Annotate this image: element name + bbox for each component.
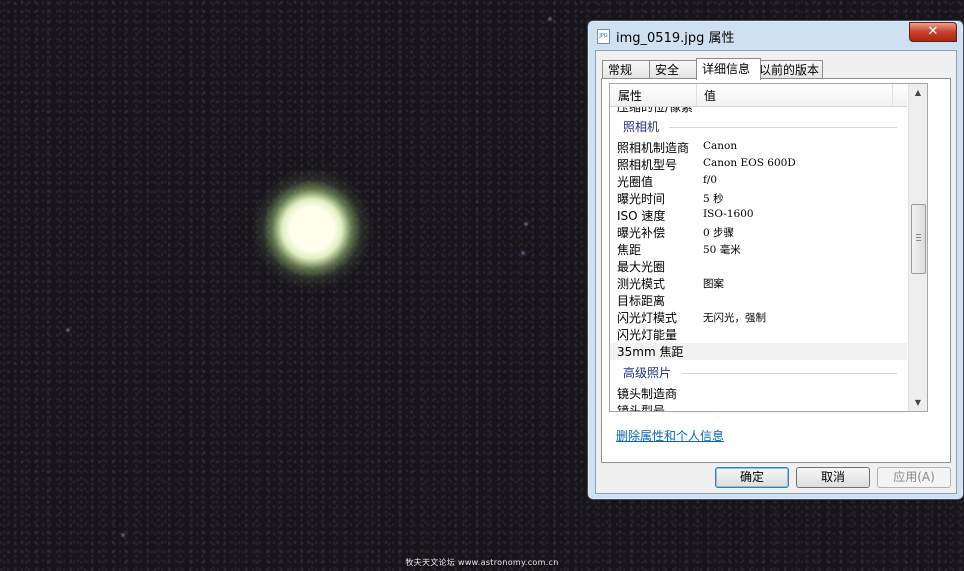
property-name: 光圈值: [617, 175, 654, 189]
property-value: 无闪光，强制: [703, 312, 766, 324]
property-list[interactable]: 属性 值 压缩的位/像素 照相机 照相机制造商 Canon 照相机型号 Canon …: [609, 83, 928, 412]
property-name: 测光模式: [617, 277, 666, 291]
table-row[interactable]: 照相机制造商 Canon: [610, 139, 907, 156]
table-row[interactable]: ISO 速度 ISO-1600: [610, 207, 907, 224]
tab-details[interactable]: 详细信息: [696, 58, 761, 80]
group-header-camera[interactable]: 照相机: [610, 118, 907, 135]
apply-button[interactable]: 应用(A): [877, 467, 951, 488]
table-row[interactable]: 曝光补偿 0 步骤: [610, 224, 907, 241]
property-name: 曝光补偿: [617, 226, 666, 240]
close-button[interactable]: ✕: [909, 22, 957, 42]
table-row[interactable]: 光圈值 f/0: [610, 173, 907, 190]
property-name: 最大光圈: [617, 260, 666, 274]
dialog-client: 常规 安全 详细信息 以前的版本 属性 值 压缩的位/像素 照相机 照相机制造商…: [595, 50, 957, 494]
faint-star: [65, 327, 71, 333]
list-item-partial: 压缩的位/像素: [617, 107, 694, 114]
remove-properties-link[interactable]: 删除属性和个人信息: [616, 427, 724, 444]
property-value: Canon: [703, 140, 738, 152]
properties-dialog: JPG img_0519.jpg 属性 ✕ 常规 安全 详细信息 以前的版本 属…: [587, 20, 964, 500]
column-separator[interactable]: [696, 84, 697, 106]
scroll-down-icon[interactable]: ▼: [909, 394, 927, 411]
faint-star: [120, 532, 126, 538]
property-value: ISO-1600: [703, 208, 754, 220]
property-value: 0 步骤: [703, 227, 735, 239]
property-name: 闪光灯模式: [617, 311, 678, 325]
group-divider: [682, 373, 897, 374]
table-row[interactable]: 照相机型号 Canon EOS 600D: [610, 156, 907, 173]
property-value: Canon EOS 600D: [703, 157, 796, 169]
scroll-up-icon[interactable]: ▲: [909, 84, 927, 101]
table-row-hover[interactable]: 35mm 焦距: [610, 343, 907, 360]
cancel-button[interactable]: 取消: [796, 467, 870, 488]
property-value: 50 毫米: [703, 244, 741, 256]
table-row-partial[interactable]: 镜头型号: [610, 402, 907, 411]
table-row[interactable]: 闪光灯模式 无闪光，强制: [610, 309, 907, 326]
property-name: 镜头型号: [617, 404, 666, 411]
grip-icon: [916, 234, 921, 242]
dialog-titlebar[interactable]: JPG img_0519.jpg 属性 ✕: [588, 21, 963, 49]
faint-star: [547, 16, 553, 22]
property-name: 镜头制造商: [617, 387, 678, 401]
table-row[interactable]: 测光模式 图案: [610, 275, 907, 292]
property-value: 图案: [703, 278, 724, 290]
table-row[interactable]: 最大光圈: [610, 258, 907, 275]
column-header-value[interactable]: 值: [704, 87, 716, 104]
jpg-file-icon: JPG: [597, 29, 610, 44]
table-row[interactable]: 闪光灯能量: [610, 326, 907, 343]
group-divider: [669, 127, 897, 128]
vertical-scrollbar[interactable]: ▲ ▼: [908, 84, 927, 411]
table-row[interactable]: 目标距离: [610, 292, 907, 309]
property-name: 目标距离: [617, 294, 666, 308]
faint-star: [523, 221, 529, 227]
ok-button[interactable]: 确定: [715, 467, 789, 488]
list-body: 压缩的位/像素 照相机 照相机制造商 Canon 照相机型号 Canon EOS 6…: [610, 107, 907, 411]
column-separator[interactable]: [892, 84, 893, 106]
property-name: 闪光灯能量: [617, 328, 678, 342]
table-row[interactable]: 焦距 50 毫米: [610, 241, 907, 258]
tab-security[interactable]: 安全: [649, 60, 697, 79]
scroll-thumb[interactable]: [911, 204, 926, 274]
tab-general[interactable]: 常规: [602, 60, 650, 79]
group-title: 高级照片: [623, 366, 672, 380]
group-header-advanced-photo[interactable]: 高级照片: [610, 364, 907, 381]
property-name: 曝光时间: [617, 192, 666, 206]
watermark: 牧夫天文论坛 www.astronomy.com.cn: [405, 558, 559, 567]
property-value: 5 秒: [703, 193, 724, 205]
property-name: 焦距: [617, 243, 642, 257]
property-value: f/0: [703, 174, 718, 186]
column-header-property[interactable]: 属性: [618, 87, 642, 104]
property-name: 照相机型号: [617, 158, 678, 172]
tab-previous-versions[interactable]: 以前的版本: [753, 60, 823, 79]
group-title: 照相机: [623, 120, 660, 134]
faint-star: [520, 250, 526, 256]
table-row[interactable]: 镜头制造商: [610, 385, 907, 402]
table-row[interactable]: 曝光时间 5 秒: [610, 190, 907, 207]
dialog-title: img_0519.jpg 属性: [616, 31, 735, 46]
property-name: 35mm 焦距: [617, 345, 684, 359]
list-header: 属性 值: [610, 84, 907, 107]
property-name: 照相机制造商: [617, 141, 690, 155]
property-name: ISO 速度: [617, 209, 666, 223]
